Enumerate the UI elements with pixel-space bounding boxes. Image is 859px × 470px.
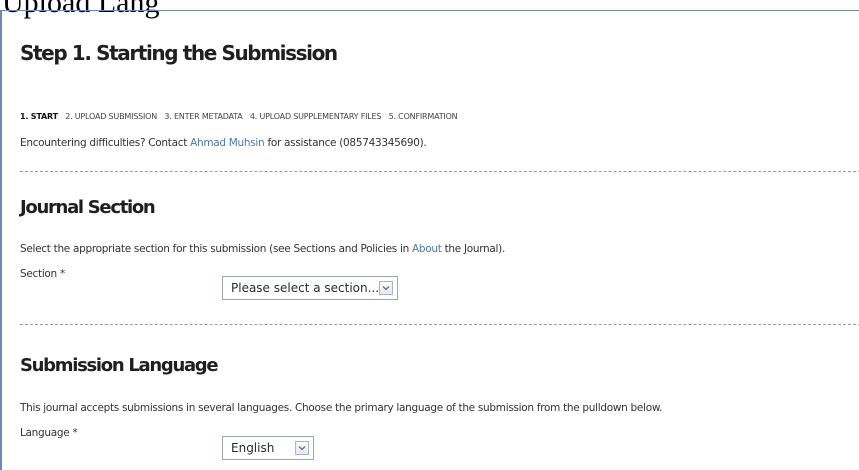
journal-section-description: Select the appropriate section for this … bbox=[20, 243, 505, 255]
journal-section-desc-prefix: Select the appropriate section for this … bbox=[20, 243, 412, 255]
journal-section-heading: Journal Section bbox=[20, 197, 156, 218]
section-divider bbox=[20, 171, 859, 172]
language-field-label: Language * bbox=[20, 427, 78, 439]
chevron-down-icon[interactable] bbox=[379, 281, 393, 295]
step-enter-metadata[interactable]: 3. ENTER METADATA bbox=[164, 112, 242, 121]
submission-language-description: This journal accepts submissions in seve… bbox=[20, 402, 663, 414]
journal-section-desc-suffix: the Journal). bbox=[441, 243, 506, 255]
language-select[interactable]: English bbox=[222, 436, 314, 460]
section-select[interactable]: Please select a section... bbox=[222, 276, 398, 300]
section-select-value: Please select a section... bbox=[231, 281, 380, 295]
language-select-value: English bbox=[231, 441, 275, 455]
section-field-label: Section * bbox=[20, 268, 65, 280]
submission-language-heading: Submission Language bbox=[20, 355, 219, 376]
help-text-prefix: Encountering difficulties? Contact bbox=[20, 137, 191, 149]
step-upload-supplementary-files[interactable]: 4. UPLOAD SUPPLEMENTARY FILES bbox=[250, 112, 382, 121]
chevron-down-icon[interactable] bbox=[295, 441, 309, 455]
section-divider bbox=[20, 324, 859, 325]
step-start[interactable]: 1. START bbox=[20, 112, 58, 121]
step-navigation: 1. START 2. UPLOAD SUBMISSION 3. ENTER M… bbox=[20, 112, 462, 121]
contact-link[interactable]: Ahmad Muhsin bbox=[190, 137, 265, 149]
help-text: Encountering difficulties? Contact Ahmad… bbox=[20, 137, 427, 149]
page-title: Step 1. Starting the Submission bbox=[20, 41, 338, 65]
step-confirmation[interactable]: 5. CONFIRMATION bbox=[389, 112, 458, 121]
about-link[interactable]: About bbox=[412, 243, 442, 255]
submission-panel: Step 1. Starting the Submission 1. START… bbox=[0, 10, 859, 470]
help-text-suffix: for assistance (085743345690). bbox=[264, 137, 427, 149]
step-upload-submission[interactable]: 2. UPLOAD SUBMISSION bbox=[65, 112, 157, 121]
